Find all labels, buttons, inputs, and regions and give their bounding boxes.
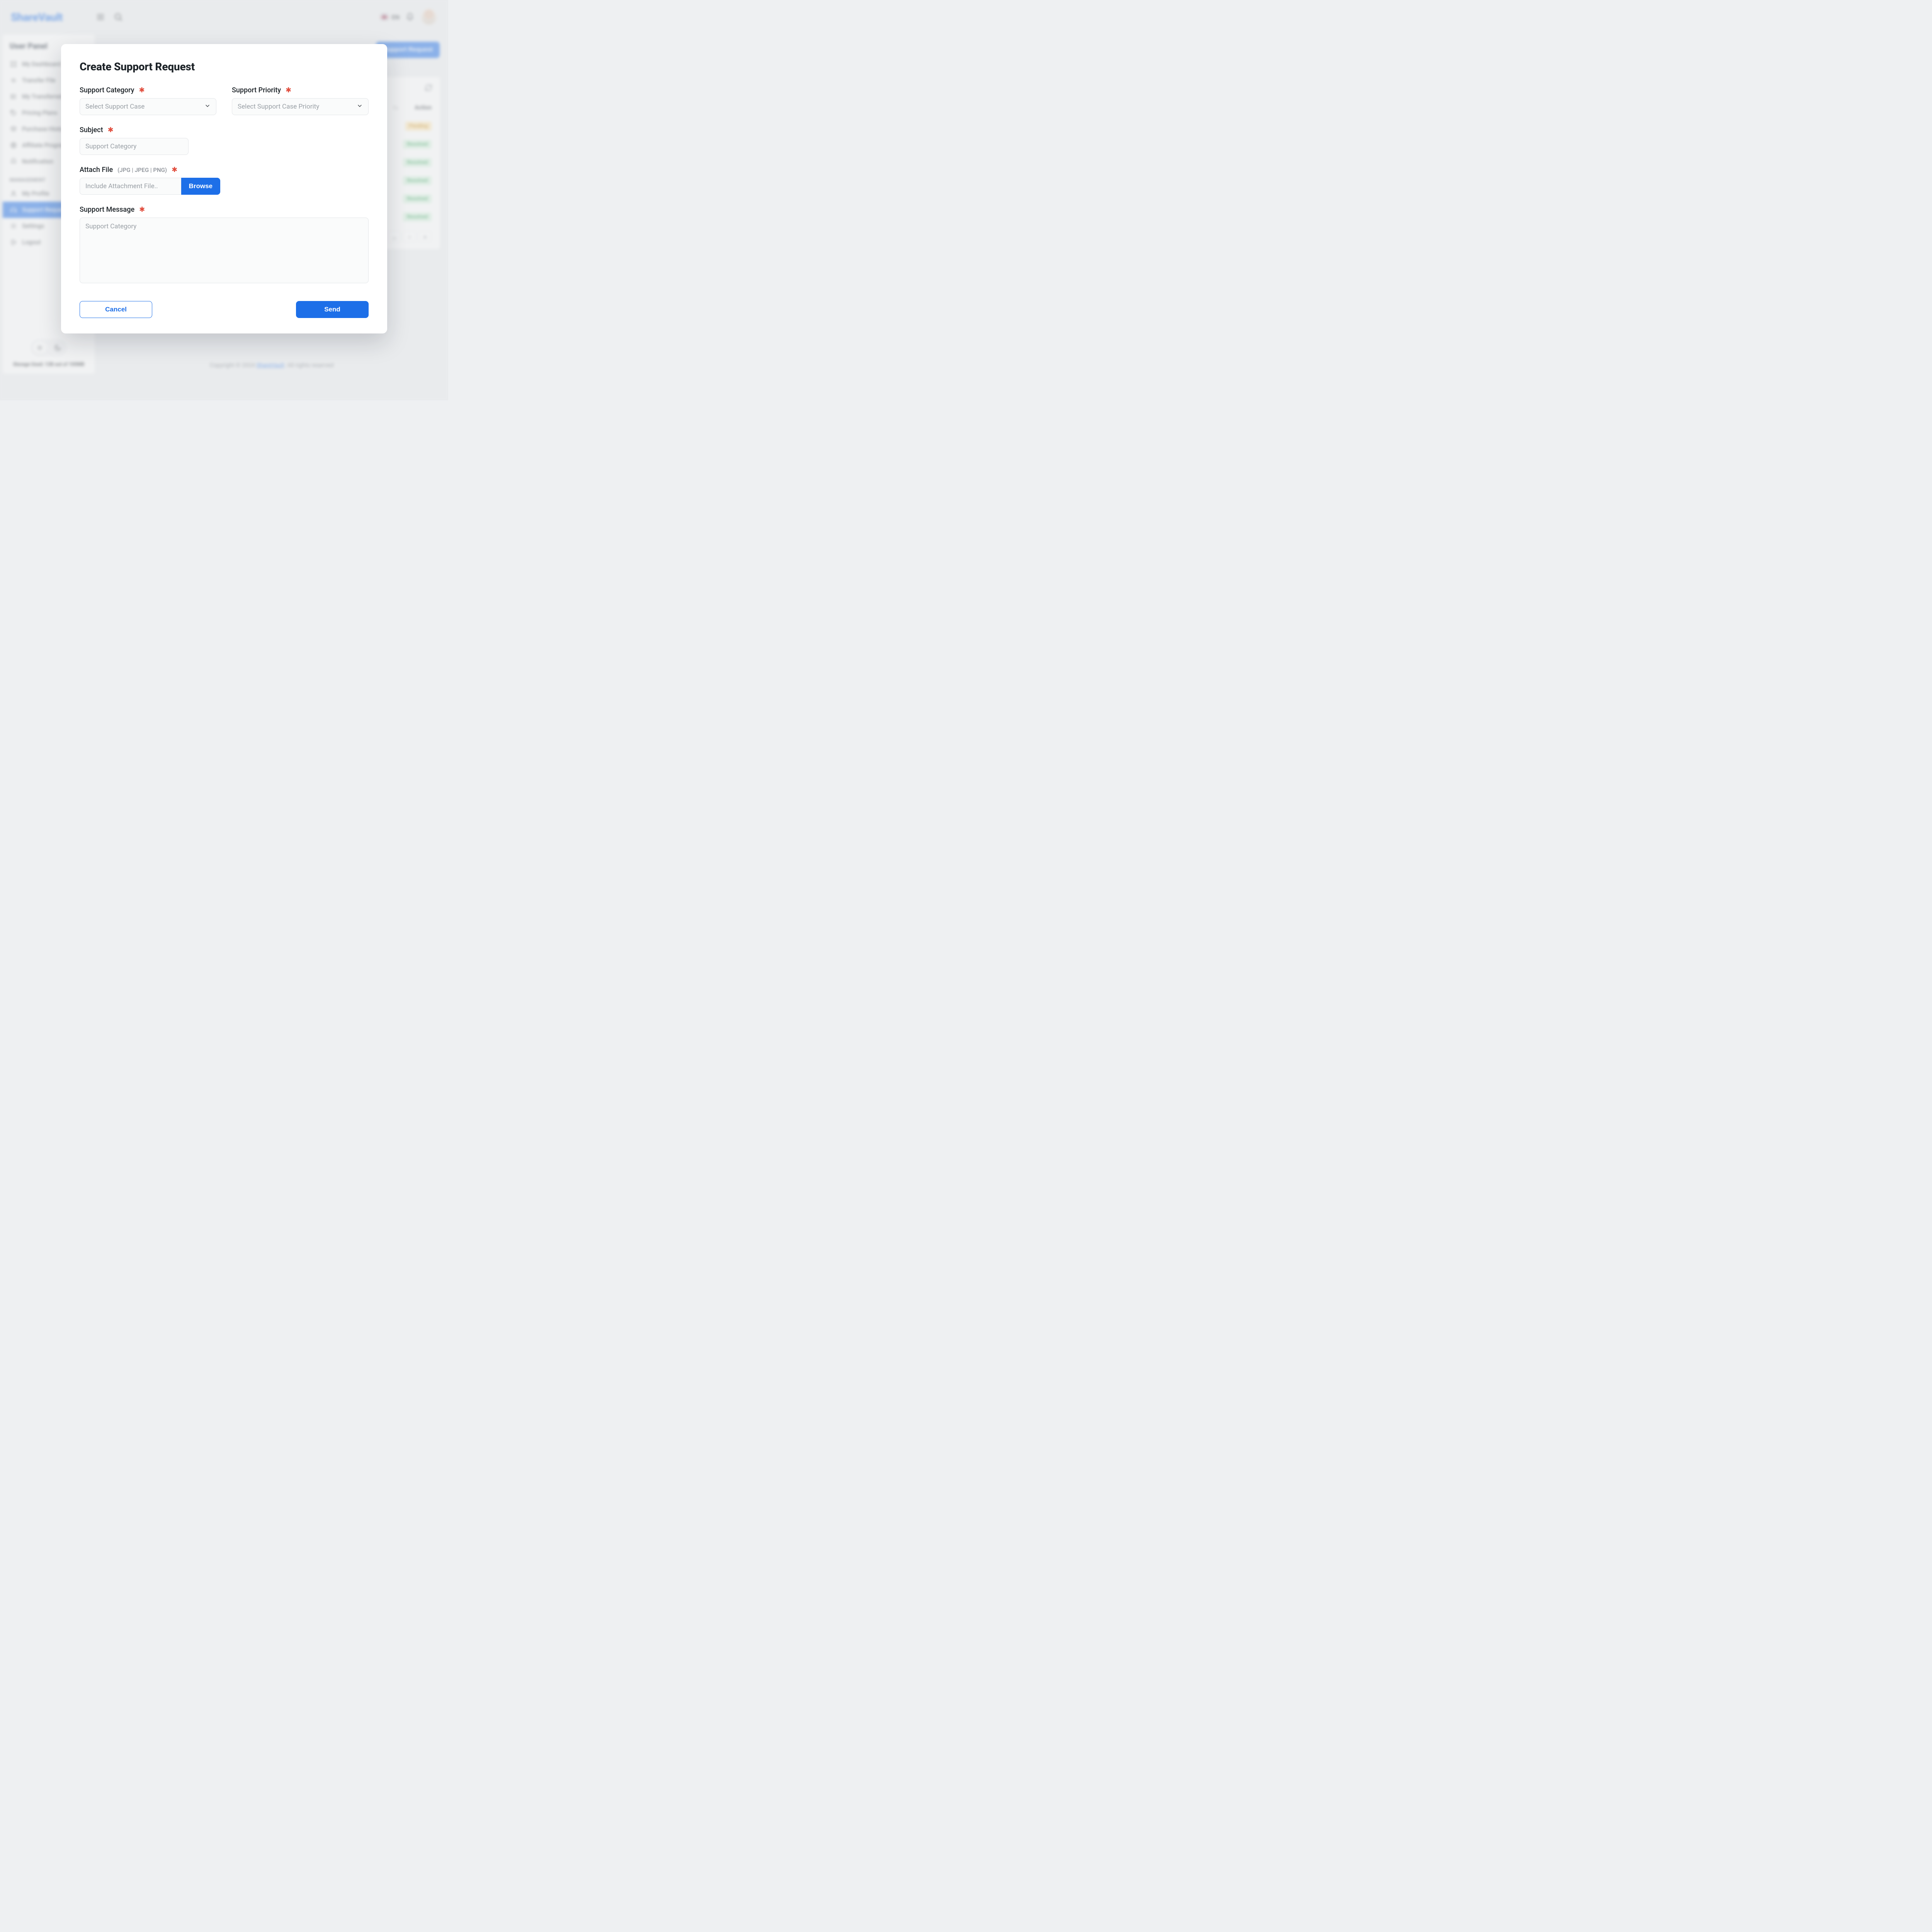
required-icon: ✱ bbox=[139, 86, 145, 94]
category-label: Support Category bbox=[80, 86, 134, 94]
chevron-down-icon bbox=[357, 103, 363, 111]
browse-button[interactable]: Browse bbox=[181, 178, 220, 195]
priority-select[interactable]: Select Support Case Priority bbox=[232, 98, 369, 115]
required-icon: ✱ bbox=[172, 166, 177, 174]
modal-title: Create Support Request bbox=[80, 60, 369, 73]
required-icon: ✱ bbox=[139, 206, 145, 214]
category-placeholder: Select Support Case bbox=[85, 103, 145, 111]
required-icon: ✱ bbox=[108, 126, 114, 134]
message-placeholder: Support Category bbox=[85, 223, 136, 230]
message-textarea[interactable]: Support Category bbox=[80, 218, 369, 283]
create-support-modal: Create Support Request Support Category ✱… bbox=[61, 44, 387, 333]
subject-label: Subject bbox=[80, 126, 103, 134]
priority-placeholder: Select Support Case Priority bbox=[238, 103, 319, 111]
category-select[interactable]: Select Support Case bbox=[80, 98, 216, 115]
message-label: Support Message bbox=[80, 206, 134, 214]
attach-label: Attach File bbox=[80, 166, 113, 174]
subject-input[interactable]: Support Category bbox=[80, 138, 189, 155]
attach-hint: (JPG | JPEG | PNG) bbox=[117, 167, 167, 173]
priority-label: Support Priority bbox=[232, 86, 281, 94]
attach-placeholder: Include Attachment File.. bbox=[85, 182, 158, 190]
cancel-button[interactable]: Cancel bbox=[80, 301, 152, 318]
send-button[interactable]: Send bbox=[296, 301, 369, 318]
subject-placeholder: Support Category bbox=[85, 143, 136, 150]
chevron-down-icon bbox=[204, 103, 211, 111]
required-icon: ✱ bbox=[286, 86, 291, 94]
attach-input[interactable]: Include Attachment File.. bbox=[80, 178, 181, 195]
